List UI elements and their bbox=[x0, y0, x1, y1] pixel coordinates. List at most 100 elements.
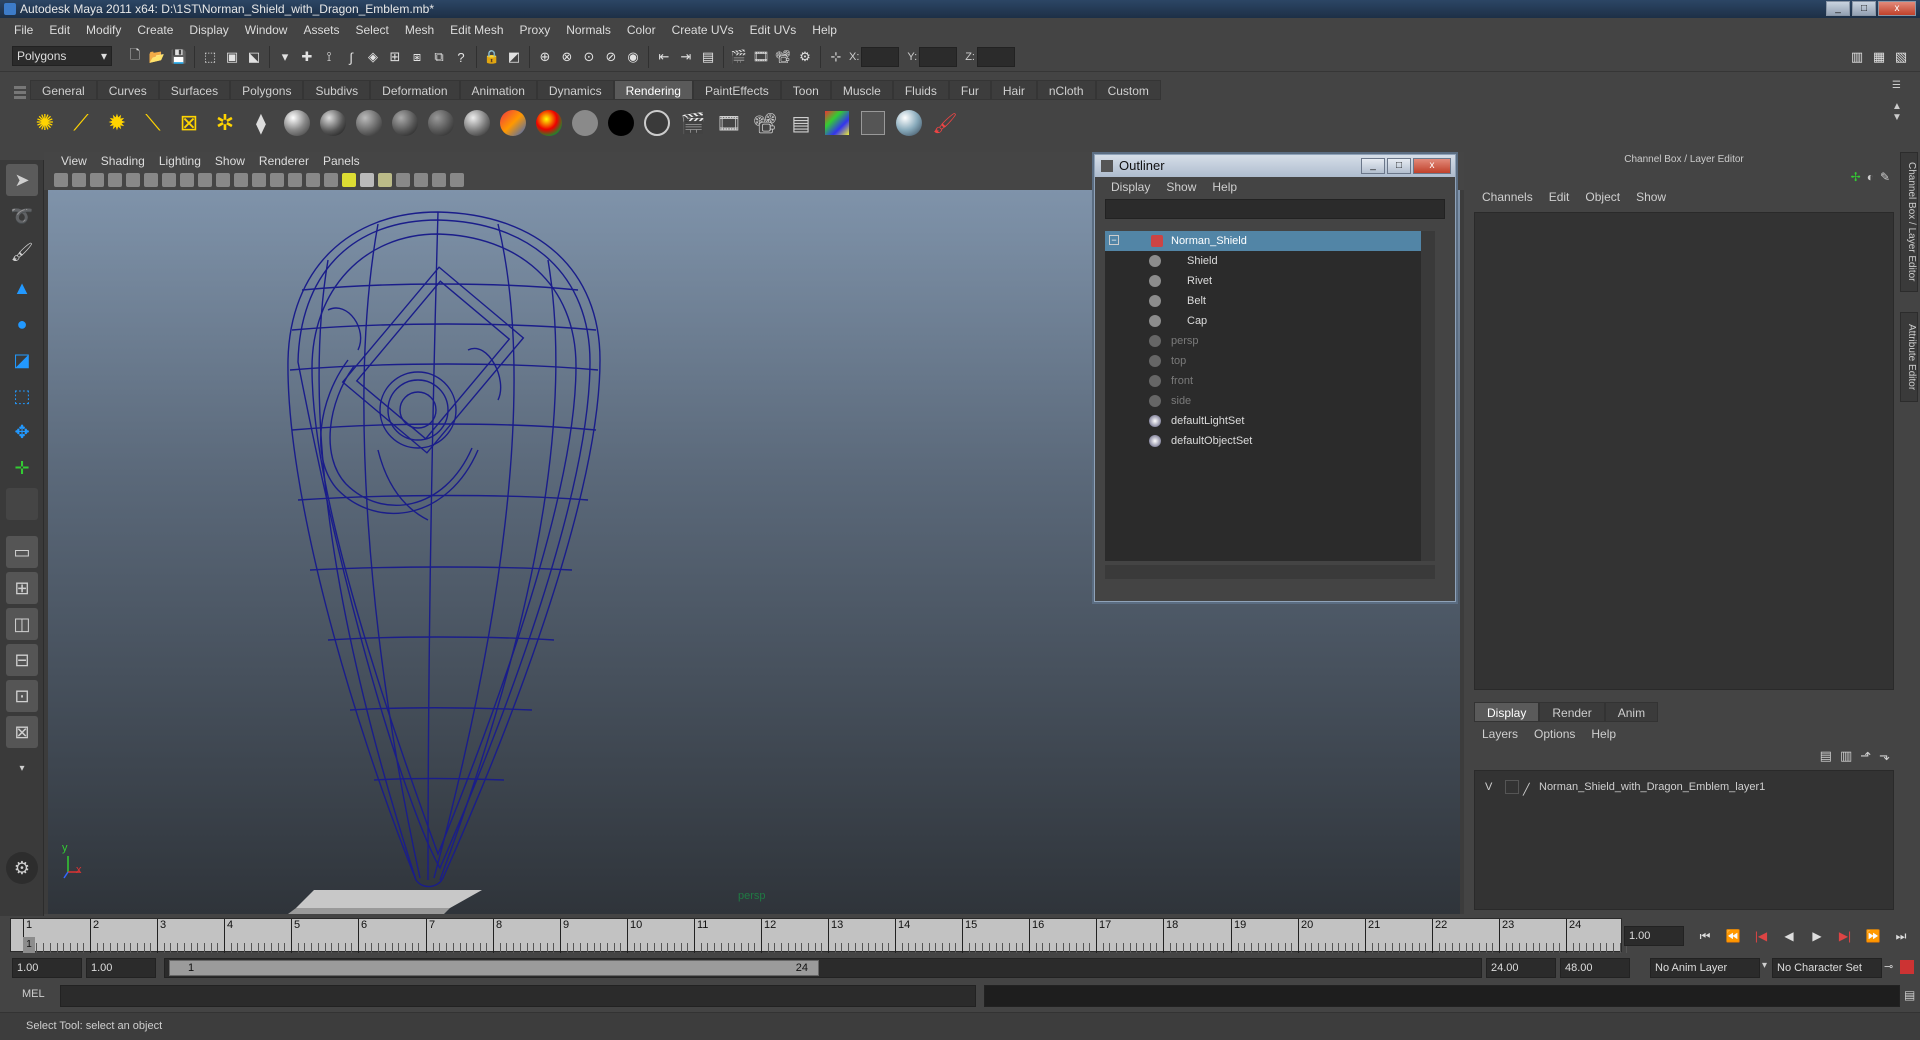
snap-curve-icon[interactable]: ⊗ bbox=[556, 46, 578, 68]
layer-type-toggle[interactable] bbox=[1505, 780, 1519, 794]
channel-menu-channels[interactable]: Channels bbox=[1474, 190, 1541, 210]
safe-title-icon[interactable] bbox=[252, 173, 266, 187]
resolution-gate-icon[interactable] bbox=[180, 173, 194, 187]
select-surfaces-icon[interactable]: ◈ bbox=[362, 46, 384, 68]
minimize-button[interactable]: _ bbox=[1826, 1, 1850, 16]
layer-menu-help[interactable]: Help bbox=[1583, 727, 1624, 741]
render-current-icon[interactable]: 🎬 bbox=[678, 108, 708, 138]
shelf-menu-icon[interactable]: ☰ bbox=[1892, 80, 1912, 91]
lambert-material-icon[interactable] bbox=[354, 108, 384, 138]
range-handle[interactable]: 1 24 bbox=[169, 960, 819, 976]
menu-edit[interactable]: Edit bbox=[41, 23, 78, 37]
viewport-menu-view[interactable]: View bbox=[54, 154, 94, 168]
safe-action-icon[interactable] bbox=[234, 173, 248, 187]
tab-polygons[interactable]: Polygons bbox=[230, 80, 304, 100]
outliner-title-bar[interactable]: Outliner _ □ x bbox=[1095, 155, 1455, 177]
tree-item-persp[interactable]: persp bbox=[1105, 331, 1435, 351]
outliner-menu-show[interactable]: Show bbox=[1158, 180, 1204, 194]
uv-layout-icon[interactable]: ⊠ bbox=[6, 716, 38, 748]
select-object-icon[interactable]: ▣ bbox=[221, 46, 243, 68]
tab-dynamics[interactable]: Dynamics bbox=[536, 80, 614, 100]
grease-pencil-icon[interactable] bbox=[126, 173, 140, 187]
menu-create[interactable]: Create bbox=[129, 23, 181, 37]
command-input[interactable] bbox=[60, 985, 976, 1007]
select-misc-icon[interactable]: ? bbox=[450, 46, 472, 68]
manipulator-tool-icon[interactable]: ⬚ bbox=[6, 380, 38, 412]
tab-anim[interactable]: Anim bbox=[1604, 702, 1659, 722]
layer-color-icon[interactable]: ╱ bbox=[1523, 780, 1537, 796]
menu-edit-mesh[interactable]: Edit Mesh bbox=[442, 23, 511, 37]
wireframe-icon[interactable] bbox=[270, 173, 284, 187]
tab-channel-box-layer-editor[interactable]: Channel Box / Layer Editor bbox=[1900, 152, 1918, 292]
shadows-icon[interactable] bbox=[378, 173, 392, 187]
lasso-tool-icon[interactable]: ➰ bbox=[6, 200, 38, 232]
menu-set-dropdown[interactable]: Polygons ▾ bbox=[12, 46, 112, 66]
tree-item-shield[interactable]: Shield bbox=[1105, 251, 1435, 271]
snap-grid-icon[interactable]: ⊕ bbox=[534, 46, 556, 68]
tree-item-top[interactable]: top bbox=[1105, 351, 1435, 371]
snap-view-plane-icon[interactable]: ⊘ bbox=[600, 46, 622, 68]
channel-speed-icon[interactable]: ◐ bbox=[1867, 170, 1874, 184]
select-rendering-icon[interactable]: ⧉ bbox=[428, 46, 450, 68]
move-layer-down-icon[interactable]: ⬎ bbox=[1879, 748, 1890, 764]
blinn-material-icon[interactable] bbox=[318, 108, 348, 138]
phong-material-icon[interactable] bbox=[390, 108, 420, 138]
go-to-end-icon[interactable]: ⏭ bbox=[1890, 926, 1912, 946]
character-set-dropdown[interactable]: No Character Set bbox=[1772, 958, 1882, 978]
ambient-light-icon[interactable]: ✺ bbox=[30, 108, 60, 138]
select-deformations-icon[interactable]: ⊞ bbox=[384, 46, 406, 68]
playback-start-field[interactable]: 1.00 bbox=[86, 958, 156, 978]
last-tool-icon[interactable]: ✛ bbox=[6, 452, 38, 484]
step-forward-frame-icon[interactable]: ⏩ bbox=[1862, 926, 1884, 946]
film-gate-icon[interactable] bbox=[162, 173, 176, 187]
all-lights-icon[interactable] bbox=[360, 173, 374, 187]
select-hierarchy-icon[interactable]: ⬚ bbox=[199, 46, 221, 68]
make-live-icon[interactable]: ◉ bbox=[622, 46, 644, 68]
snap-point-icon[interactable]: ⊙ bbox=[578, 46, 600, 68]
tab-curves[interactable]: Curves bbox=[96, 80, 159, 100]
new-scene-icon[interactable]: 🗋 bbox=[124, 46, 146, 68]
render-settings-shelf-icon[interactable]: ▤ bbox=[786, 108, 816, 138]
shelf-scroll[interactable]: ☰ ▲ ▼ bbox=[1892, 80, 1912, 142]
playback-end-field[interactable]: 24.00 bbox=[1486, 958, 1556, 978]
area-light-icon[interactable]: ⊠ bbox=[174, 108, 204, 138]
ramp-shader-icon[interactable] bbox=[498, 108, 528, 138]
maximize-button[interactable]: □ bbox=[1852, 1, 1876, 16]
field-chart-icon[interactable] bbox=[216, 173, 230, 187]
persp-graph-layout-icon[interactable]: ⊟ bbox=[6, 644, 38, 676]
tree-item-rivet[interactable]: Rivet bbox=[1105, 271, 1435, 291]
construction-history-icon[interactable]: ▤ bbox=[697, 46, 719, 68]
collapse-icon[interactable]: − bbox=[1109, 235, 1119, 245]
camera-attributes-icon[interactable] bbox=[54, 173, 68, 187]
select-dynamics-icon[interactable]: ⧆ bbox=[406, 46, 428, 68]
x-field[interactable] bbox=[861, 47, 900, 67]
tab-display[interactable]: Display bbox=[1474, 702, 1540, 722]
default-lighting-icon[interactable] bbox=[342, 173, 356, 187]
tab-animation[interactable]: Animation bbox=[459, 80, 537, 100]
outliner-menu-help[interactable]: Help bbox=[1204, 180, 1245, 194]
viewport-menu-panels[interactable]: Panels bbox=[316, 154, 367, 168]
tab-fluids[interactable]: Fluids bbox=[892, 80, 949, 100]
scale-tool-icon[interactable]: ◪ bbox=[6, 344, 38, 376]
highlight-selection-icon[interactable]: ◩ bbox=[503, 46, 525, 68]
select-joints-icon[interactable]: ⟟ bbox=[318, 46, 340, 68]
tab-fur[interactable]: Fur bbox=[948, 80, 991, 100]
layer-row[interactable]: V ╱ Norman_Shield_with_Dragon_Emblem_lay… bbox=[1479, 777, 1891, 797]
step-back-frame-icon[interactable]: ⏪ bbox=[1722, 926, 1744, 946]
viewport-menu-shading[interactable]: Shading bbox=[94, 154, 152, 168]
play-backwards-icon[interactable]: ◀ bbox=[1778, 926, 1800, 946]
show-tool-settings-icon[interactable]: ▦ bbox=[1868, 46, 1890, 68]
auto-key-icon[interactable]: ⊸ bbox=[1884, 960, 1893, 973]
command-language-label[interactable]: MEL bbox=[22, 988, 45, 1000]
menu-modify[interactable]: Modify bbox=[78, 23, 129, 37]
preferences-icon[interactable] bbox=[1900, 960, 1914, 974]
menu-file[interactable]: File bbox=[6, 23, 41, 37]
time-ruler[interactable]: 1 2 3 4 5 6 7 8 9 10 11 12 13 14 15 16 17 18 19 20 21 22 23 24 1 bbox=[10, 918, 1627, 953]
close-button[interactable]: x bbox=[1878, 1, 1916, 16]
new-empty-layer-icon[interactable]: ▤ bbox=[1820, 748, 1832, 764]
tab-ncloth[interactable]: nCloth bbox=[1036, 80, 1096, 100]
outliner-horizontal-scrollbar[interactable] bbox=[1105, 565, 1435, 579]
lock-selection-icon[interactable]: 🔒 bbox=[481, 46, 503, 68]
surface-shader-icon[interactable] bbox=[570, 108, 600, 138]
menu-mesh[interactable]: Mesh bbox=[397, 23, 442, 37]
